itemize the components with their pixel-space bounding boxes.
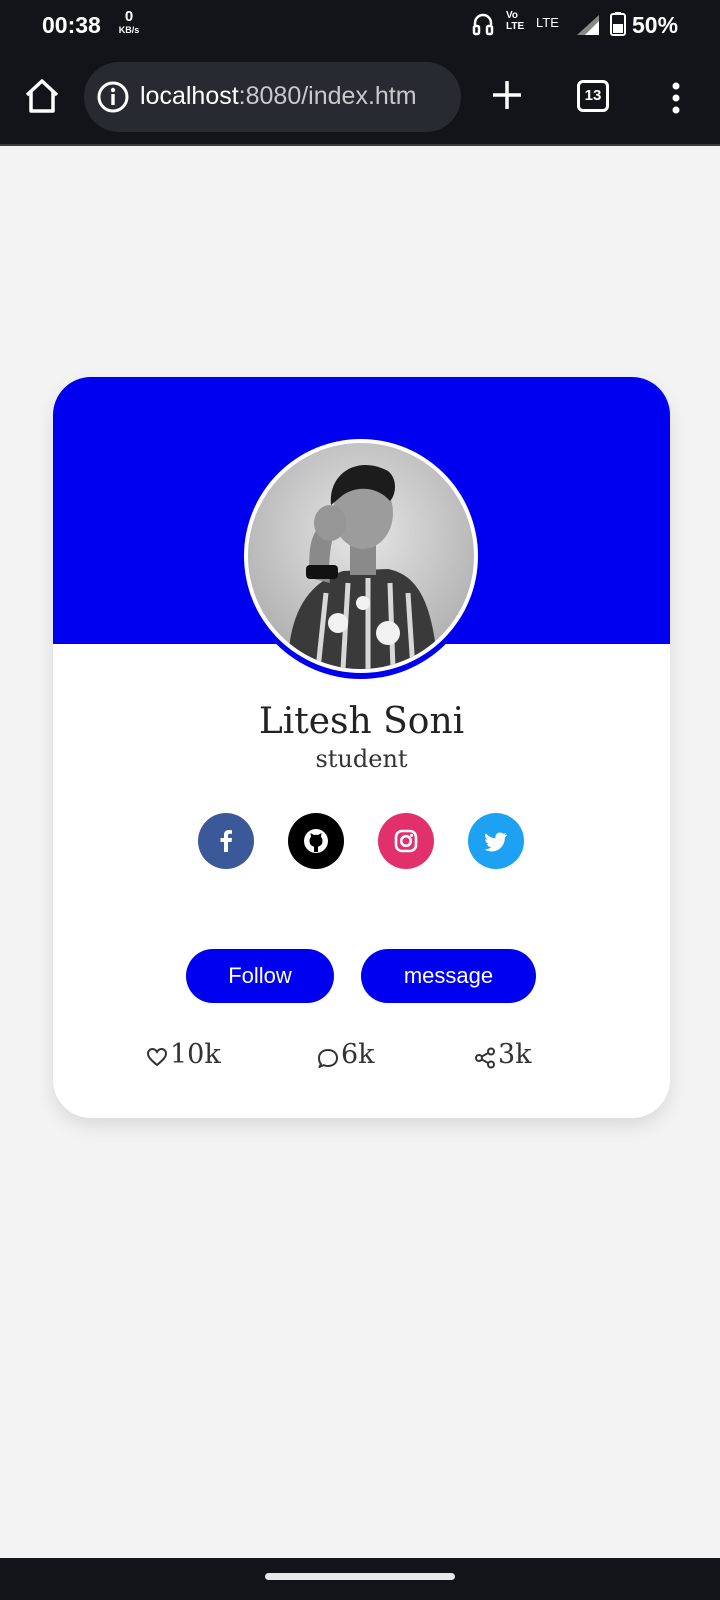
navigation-bar (0, 1558, 720, 1600)
lte-indicator: LTE (536, 15, 559, 30)
more-menu-icon[interactable] (664, 78, 688, 118)
message-button[interactable]: message (361, 949, 536, 1003)
url-host: localhost (140, 82, 239, 110)
volte-bottom: LTE (506, 21, 525, 32)
info-icon[interactable] (96, 80, 130, 114)
address-bar[interactable]: localhost:8080/index.htm (84, 62, 461, 132)
comments-count: 6k (341, 1039, 375, 1070)
profile-photo (248, 443, 474, 669)
new-tab-icon[interactable] (490, 78, 524, 112)
twitter-link[interactable] (468, 813, 524, 869)
network-speed-unit: KB/s (118, 25, 140, 35)
facebook-link[interactable] (198, 813, 254, 869)
network-speed-value: 0 (124, 8, 134, 25)
follow-button[interactable]: Follow (186, 949, 334, 1003)
volte-indicator: Vo LTE (506, 10, 524, 32)
url-path: :8080/index.htm (238, 82, 417, 110)
profile-role: student (315, 745, 408, 773)
share-icon (475, 1047, 495, 1069)
comment-icon (318, 1049, 338, 1068)
facebook-icon (220, 830, 232, 852)
profile-name: Litesh Soni (258, 701, 465, 742)
headphone-icon (472, 13, 494, 36)
clock: 00:38 (42, 12, 101, 38)
avatar (244, 439, 478, 673)
network-speed: 0 KB/s (114, 9, 144, 35)
signal-icon (577, 15, 599, 35)
volte-top: Vo (506, 10, 519, 21)
profile-card: Litesh Soni student Follow message 10k 6… (53, 377, 670, 1118)
github-icon (304, 829, 328, 853)
battery-icon (610, 12, 626, 36)
url-text[interactable]: localhost:8080/index.htm (140, 82, 417, 111)
instagram-link[interactable] (378, 813, 434, 869)
status-bar: 00:38 0 KB/s Vo LTE LTE 50% (0, 0, 720, 50)
likes-count: 10k (170, 1039, 221, 1070)
instagram-icon (394, 829, 418, 853)
tab-switcher-button[interactable]: 13 (577, 80, 609, 112)
github-link[interactable] (288, 813, 344, 869)
home-indicator[interactable] (265, 1573, 455, 1580)
shares-count: 3k (498, 1039, 532, 1070)
battery-percentage: 50% (632, 12, 679, 38)
browser-toolbar: localhost:8080/index.htm 13 (0, 50, 720, 146)
heart-icon (146, 1047, 168, 1067)
home-icon[interactable] (22, 76, 62, 116)
avatar-ring (241, 439, 481, 679)
twitter-icon (484, 832, 507, 852)
